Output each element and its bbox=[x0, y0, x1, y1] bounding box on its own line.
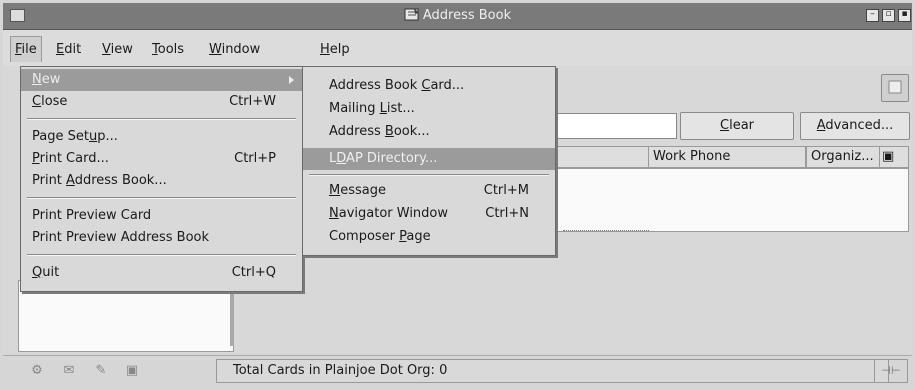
maximize-button[interactable]: ▫ bbox=[882, 9, 895, 22]
status-bar: ⚙ ✉ ✎ ▣ Total Cards in Plainjoe Dot Org:… bbox=[3, 355, 912, 386]
column-header-organization[interactable]: Organiz... bbox=[806, 146, 880, 168]
title-bar: Address Book – ▫ ▪ bbox=[3, 3, 912, 30]
menu-separator bbox=[27, 118, 296, 120]
file-menu-new[interactable]: New bbox=[21, 69, 302, 91]
minimize-button[interactable]: – bbox=[866, 9, 879, 22]
splitter-handle[interactable] bbox=[230, 288, 234, 346]
menu-separator bbox=[27, 197, 296, 199]
file-menu-print-preview-address-book[interactable]: Print Preview Address Book bbox=[21, 227, 302, 249]
address-book-window: Address Book – ▫ ▪ File Edit View Tools … bbox=[0, 0, 915, 390]
menu-window[interactable]: Window bbox=[209, 42, 260, 57]
file-menu-close[interactable]: Close Ctrl+W bbox=[21, 91, 302, 113]
menu-separator bbox=[309, 174, 549, 176]
submenu-arrow-icon bbox=[289, 76, 294, 84]
menu-separator bbox=[27, 254, 296, 256]
mail-icon[interactable]: ✉ bbox=[59, 363, 79, 379]
column-header-work-phone[interactable]: Work Phone bbox=[648, 146, 806, 168]
new-navigator-window[interactable]: Navigator Window Ctrl+N bbox=[303, 203, 555, 225]
menu-view[interactable]: View bbox=[102, 42, 133, 57]
new-mailing-list[interactable]: Mailing List... bbox=[303, 98, 555, 120]
advanced-button[interactable]: Advanced... bbox=[800, 112, 910, 140]
menu-file[interactable]: File bbox=[10, 36, 42, 62]
address-book-icon bbox=[404, 8, 419, 21]
file-menu-quit[interactable]: Quit Ctrl+Q bbox=[21, 262, 302, 284]
menu-help[interactable]: Help bbox=[320, 42, 350, 57]
new-message[interactable]: Message Ctrl+M bbox=[303, 180, 555, 202]
menu-bar: File Edit View Tools Window Help bbox=[3, 30, 912, 66]
new-submenu: Address Book Card... Mailing List... Add… bbox=[302, 66, 556, 256]
file-menu: New Close Ctrl+W Page Setup... Print Car… bbox=[20, 66, 303, 292]
menu-tools[interactable]: Tools bbox=[152, 42, 184, 57]
online-status-icon[interactable]: ⊣⊢ bbox=[874, 359, 908, 383]
toolbar-card-icon[interactable] bbox=[881, 74, 909, 102]
card-icon bbox=[888, 80, 902, 94]
file-menu-page-setup[interactable]: Page Setup... bbox=[21, 126, 302, 148]
pane-divider[interactable] bbox=[563, 230, 649, 231]
address-book-status-icon[interactable]: ▣ bbox=[122, 363, 142, 379]
column-header-blank[interactable] bbox=[555, 146, 649, 168]
column-picker-icon[interactable]: ▣ bbox=[879, 146, 909, 168]
file-menu-print-preview-card[interactable]: Print Preview Card bbox=[21, 205, 302, 227]
card-list[interactable] bbox=[555, 168, 909, 232]
clear-button[interactable]: Clear bbox=[680, 112, 794, 140]
new-address-book-card[interactable]: Address Book Card... bbox=[303, 75, 555, 97]
new-ldap-directory[interactable]: LDAP Directory... bbox=[303, 148, 555, 170]
search-input[interactable] bbox=[555, 113, 677, 139]
new-composer-page[interactable]: Composer Page bbox=[303, 226, 555, 248]
status-text: Total Cards in Plainjoe Dot Org: 0 bbox=[216, 359, 889, 383]
composer-icon[interactable]: ✎ bbox=[91, 363, 111, 379]
menu-edit[interactable]: Edit bbox=[56, 42, 81, 57]
close-window-button[interactable]: ▪ bbox=[898, 9, 911, 22]
window-title: Address Book bbox=[3, 7, 912, 23]
file-menu-print-address-book[interactable]: Print Address Book... bbox=[21, 170, 302, 192]
new-address-book[interactable]: Address Book... bbox=[303, 121, 555, 143]
navigator-icon[interactable]: ⚙ bbox=[27, 363, 47, 379]
file-menu-print-card[interactable]: Print Card... Ctrl+P bbox=[21, 148, 302, 170]
